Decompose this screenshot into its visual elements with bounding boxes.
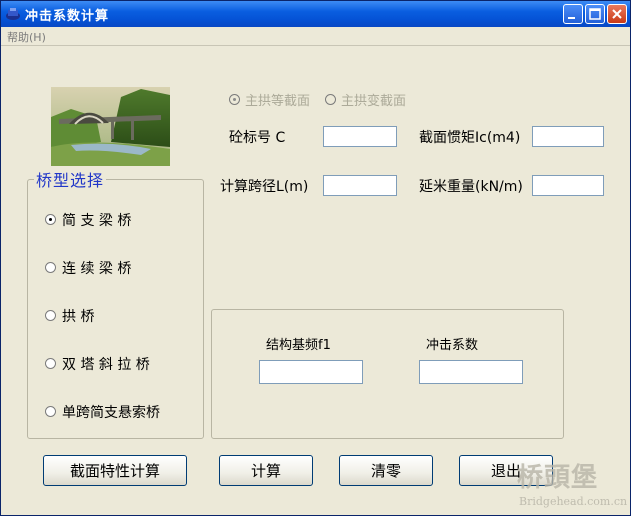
frequency-output[interactable] bbox=[259, 360, 363, 384]
span-input[interactable] bbox=[323, 175, 397, 196]
results-group: 结构基频f1 冲击系数 bbox=[211, 309, 564, 439]
bridge-option-radio-simple[interactable] bbox=[45, 214, 56, 225]
bridge-option-label-continuous: 连 续 梁 桥 bbox=[62, 261, 132, 277]
concrete-grade-input[interactable] bbox=[323, 126, 397, 147]
watermark-en: Bridgehead.com.cn bbox=[519, 495, 628, 508]
menu-help[interactable]: 帮助(H) bbox=[7, 29, 46, 45]
inertia-label: 截面惯矩Ic(m4) bbox=[419, 130, 521, 146]
concrete-grade-label: 砼标号 C bbox=[229, 130, 286, 146]
inertia-input[interactable] bbox=[532, 126, 604, 147]
minimize-icon bbox=[568, 17, 575, 19]
bridge-option-label-arch: 拱 桥 bbox=[62, 309, 95, 325]
weight-input[interactable] bbox=[532, 175, 604, 196]
bridge-option-radio-suspension[interactable] bbox=[45, 406, 56, 417]
arch-variable-label: 主拱变截面 bbox=[341, 94, 407, 109]
weight-label: 延米重量(kN/m) bbox=[419, 179, 523, 195]
impact-output[interactable] bbox=[419, 360, 523, 384]
minimize-button[interactable] bbox=[563, 4, 583, 24]
arch-variable-radio[interactable] bbox=[325, 94, 336, 105]
bridge-option-label-cable-stayed: 双 塔 斜 拉 桥 bbox=[62, 357, 150, 373]
bridge-option-label-suspension: 单跨简支悬索桥 bbox=[62, 405, 160, 421]
bridge-option-radio-cable-stayed[interactable] bbox=[45, 358, 56, 369]
close-button[interactable] bbox=[607, 4, 627, 24]
watermark-cn: 桥頭堡 bbox=[517, 463, 599, 493]
arch-equal-label: 主拱等截面 bbox=[245, 94, 311, 109]
bridge-type-group: 桥型选择 简 支 梁 桥 连 续 梁 桥 拱 桥 双 塔 斜 拉 桥 单跨简支悬… bbox=[27, 167, 204, 439]
menu-bar: 帮助(H) bbox=[1, 27, 630, 45]
close-icon bbox=[612, 9, 622, 19]
bridge-type-legend: 桥型选择 bbox=[34, 167, 107, 191]
maximize-icon bbox=[589, 8, 601, 20]
section-properties-button[interactable]: 截面特性计算 bbox=[43, 455, 187, 486]
main-window: 冲击系数计算 帮助(H) 主拱等截面 主拱变截面 砼标号 C 截面惯矩Ic(m4… bbox=[0, 0, 631, 516]
bridge-option-radio-continuous[interactable] bbox=[45, 262, 56, 273]
clear-button[interactable]: 清零 bbox=[339, 455, 433, 486]
site-watermark: 桥頭堡 Bridgehead.com.cn bbox=[517, 457, 629, 511]
compute-button[interactable]: 计算 bbox=[219, 455, 313, 486]
bridge-photo bbox=[51, 87, 170, 166]
maximize-button[interactable] bbox=[585, 4, 605, 24]
bridge-option-label-simple: 简 支 梁 桥 bbox=[62, 213, 132, 229]
bridge-option-radio-arch[interactable] bbox=[45, 310, 56, 321]
frequency-label: 结构基频f1 bbox=[266, 338, 331, 353]
arch-equal-radio[interactable] bbox=[229, 94, 240, 105]
title-bar[interactable]: 冲击系数计算 bbox=[1, 1, 630, 27]
impact-label: 冲击系数 bbox=[426, 338, 479, 353]
span-label: 计算跨径L(m) bbox=[220, 179, 309, 195]
menu-separator bbox=[1, 45, 630, 46]
window-title: 冲击系数计算 bbox=[25, 9, 110, 24]
app-icon bbox=[6, 8, 20, 20]
